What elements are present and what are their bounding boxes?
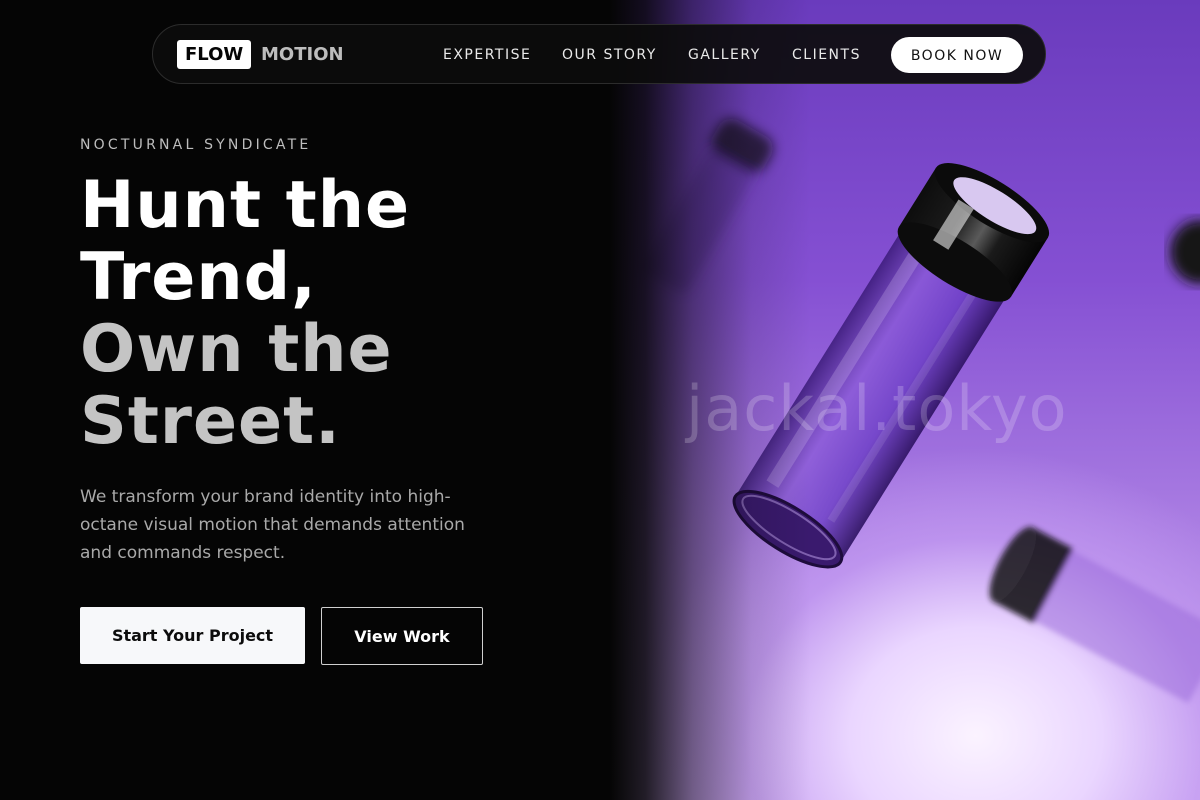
hero-description: We transform your brand identity into hi…: [80, 487, 465, 563]
navbar: FLOW MOTION EXPERTISE OUR STORY GALLERY …: [152, 24, 1046, 84]
headline-line-1: Hunt the: [80, 168, 411, 243]
nav-link-our-story[interactable]: OUR STORY: [562, 44, 657, 66]
headline-line-2: Trend,: [80, 240, 317, 315]
logo-flow[interactable]: FLOW: [177, 40, 252, 69]
hero-headline: Hunt the Trend, Own the Street.: [80, 170, 410, 458]
view-work-button[interactable]: View Work: [321, 607, 483, 665]
headline-line-4: Street.: [80, 384, 341, 459]
main-glass-tube: [732, 163, 1050, 569]
nav-link-gallery[interactable]: GALLERY: [688, 44, 761, 66]
book-now-button[interactable]: BOOK NOW: [891, 37, 1023, 73]
start-project-button[interactable]: Start Your Project: [80, 607, 305, 664]
background-tube-left: [643, 118, 773, 293]
hero-eyebrow: NOCTURNAL SYNDICATE: [80, 137, 312, 153]
watermark-text: jackal.tokyo: [686, 372, 1068, 445]
nav-link-expertise[interactable]: EXPERTISE: [443, 44, 531, 66]
tube-lower-right: [989, 526, 1200, 703]
hero-visual: jackal.tokyo: [610, 0, 1200, 800]
headline-line-3: Own the: [80, 312, 393, 387]
background-tube-right: [1170, 220, 1200, 284]
logo-motion[interactable]: MOTION: [261, 40, 344, 69]
nav-link-clients[interactable]: CLIENTS: [792, 44, 861, 66]
